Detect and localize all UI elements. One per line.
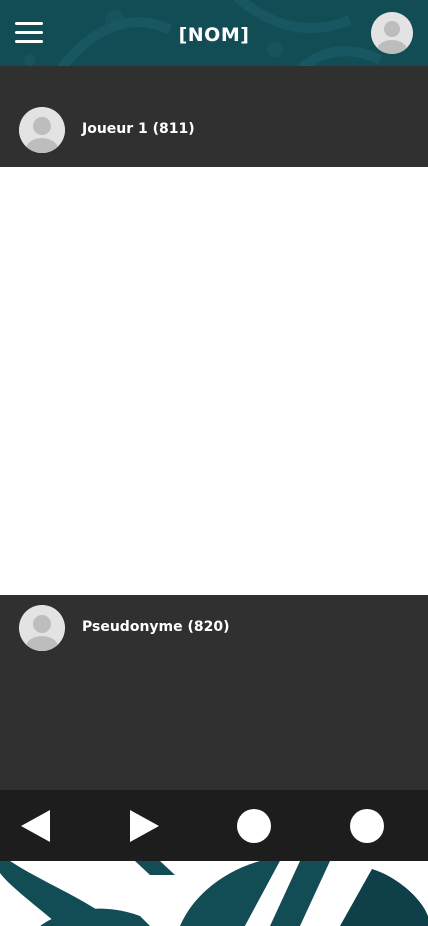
user-avatar-icon	[19, 107, 65, 153]
opponent-panel: Joueur 1 (811)	[0, 66, 428, 167]
control-button-3[interactable]	[237, 809, 271, 843]
triangle-left-icon	[21, 810, 50, 842]
triangle-right-icon	[130, 810, 159, 842]
opponent-name: Joueur 1 (811)	[82, 121, 195, 137]
user-avatar-icon	[371, 12, 413, 54]
hamburger-menu-icon	[15, 31, 43, 34]
background-decoration	[0, 861, 428, 926]
player-name: Pseudonyme (820)	[82, 619, 230, 635]
player-avatar[interactable]	[19, 605, 65, 651]
control-button-4[interactable]	[350, 809, 384, 843]
player-panel: Pseudonyme (820)	[0, 595, 428, 790]
header-bar: [NOM]	[0, 0, 428, 66]
decorative-pattern	[0, 861, 428, 926]
game-board[interactable]	[0, 167, 428, 595]
opponent-avatar[interactable]	[19, 107, 65, 153]
menu-button[interactable]	[15, 22, 43, 44]
header-pattern	[24, 0, 383, 66]
user-avatar-icon	[19, 605, 65, 651]
previous-move-button[interactable]	[21, 810, 51, 846]
next-move-button[interactable]	[129, 810, 159, 846]
profile-avatar-button[interactable]	[371, 12, 413, 54]
controls-bar	[0, 790, 428, 861]
hamburger-menu-icon	[15, 40, 43, 43]
hamburger-menu-icon	[15, 22, 43, 25]
